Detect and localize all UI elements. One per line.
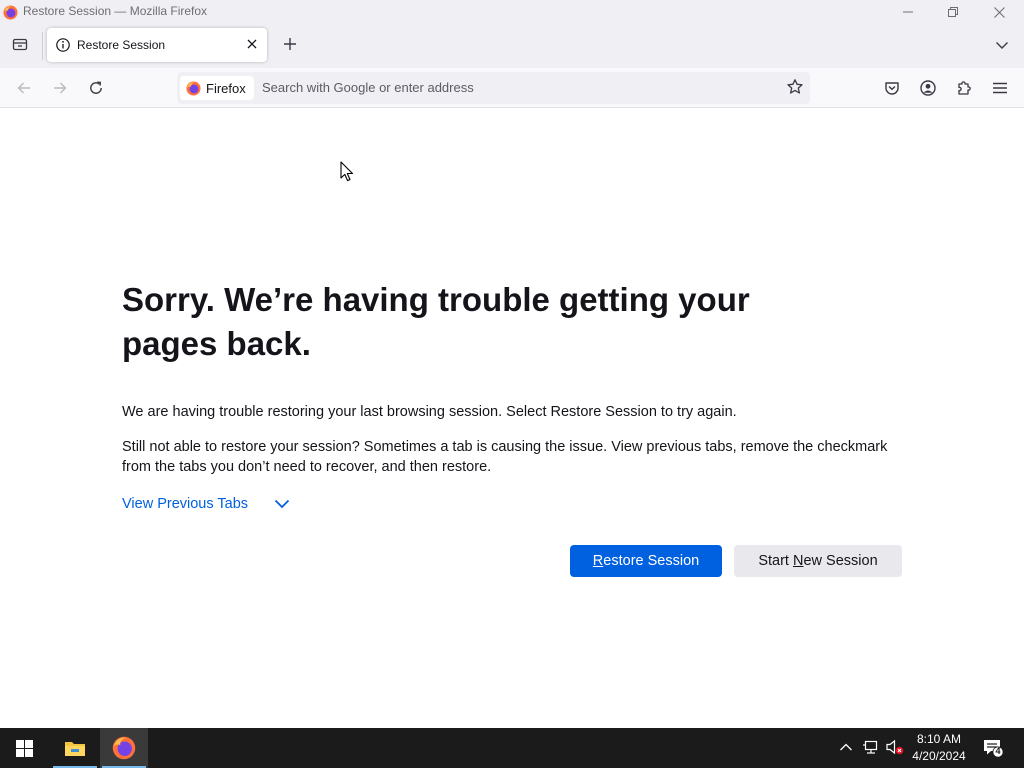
pocket-button[interactable]: [879, 75, 905, 101]
extensions-button[interactable]: [951, 75, 977, 101]
restore-window-icon: [948, 7, 958, 17]
start-button[interactable]: [0, 728, 48, 768]
show-hidden-icons-chevron-up-icon[interactable]: [839, 738, 853, 756]
mouse-pointer-icon: [340, 161, 354, 182]
close-window-button[interactable]: [976, 0, 1022, 24]
reload-button[interactable]: [83, 75, 109, 101]
minimize-icon: [903, 7, 913, 17]
minimize-button[interactable]: [885, 0, 931, 24]
firefox-logo-icon: [3, 5, 18, 20]
list-all-tabs-button[interactable]: [991, 34, 1013, 56]
firefox-view-button[interactable]: [8, 32, 32, 56]
taskbar-file-explorer[interactable]: [51, 728, 99, 768]
bookmark-star-icon[interactable]: [786, 78, 804, 96]
help-paragraph: Still not able to restore your session? …: [122, 439, 888, 475]
address-input[interactable]: Search with Google or enter address: [262, 80, 474, 95]
restore-accesskey: R: [592, 553, 604, 569]
identity-label: Firefox: [206, 80, 246, 96]
page-heading: Sorry. We’re having trouble getting your…: [122, 281, 750, 362]
back-arrow-icon: [16, 80, 32, 96]
volume-muted-icon[interactable]: [885, 738, 905, 756]
firefox-logo-icon: [112, 736, 136, 760]
chevron-down-icon: [995, 38, 1009, 52]
notification-badge: 4: [995, 746, 1001, 756]
new-tab-button[interactable]: [279, 33, 301, 55]
new-session-label-rest: ew Session: [803, 553, 878, 569]
taskbar-firefox[interactable]: [100, 728, 148, 768]
restore-label-rest: estore Session: [603, 553, 700, 569]
start-new-session-button[interactable]: Start New Session: [734, 545, 902, 577]
clock-time: 8:10 AM: [916, 732, 962, 746]
puzzle-icon: [956, 80, 972, 96]
view-previous-tabs-label: View Previous Tabs: [122, 496, 249, 512]
close-icon: [993, 6, 1005, 18]
forward-button[interactable]: [47, 75, 73, 101]
restore-window-button[interactable]: [930, 0, 976, 24]
address-bar[interactable]: Firefox Search with Google or enter addr…: [177, 72, 810, 104]
back-button[interactable]: [11, 75, 37, 101]
hamburger-menu-icon: [993, 82, 1007, 94]
restore-session-button[interactable]: Restore Session: [570, 545, 722, 577]
chevron-down-icon: [274, 499, 290, 509]
folder-icon: [64, 739, 86, 757]
firefox-logo-icon: [186, 80, 201, 96]
taskbar: 8:10 AM 4/20/2024 4: [0, 728, 1024, 768]
action-center-button[interactable]: 4: [981, 737, 1005, 759]
plus-icon: [283, 37, 297, 51]
identity-box[interactable]: Firefox: [180, 76, 254, 100]
tab-label: Restore Session: [77, 38, 166, 52]
tab-separator: [42, 32, 43, 60]
description-paragraph: We are having trouble restoring your las…: [122, 404, 737, 420]
firefox-view-icon: [12, 36, 28, 52]
reload-icon: [88, 80, 104, 96]
account-button[interactable]: [915, 75, 941, 101]
network-icon[interactable]: [862, 738, 880, 756]
account-icon: [920, 80, 936, 96]
clock-date: 4/20/2024: [912, 749, 966, 763]
new-session-label-start: Start: [758, 553, 793, 569]
app-menu-button[interactable]: [987, 75, 1013, 101]
navigation-toolbar: Firefox Search with Google or enter addr…: [0, 68, 1024, 108]
forward-arrow-icon: [52, 80, 68, 96]
window-title: Restore Session — Mozilla Firefox: [23, 4, 208, 18]
page-content: Sorry. We’re having trouble getting your…: [0, 108, 1024, 728]
tab-strip: Restore Session: [0, 24, 1024, 68]
title-bar: Restore Session — Mozilla Firefox: [0, 0, 1024, 24]
pocket-icon: [884, 80, 900, 96]
info-icon: [56, 38, 70, 52]
view-previous-tabs-toggle[interactable]: View Previous Tabs: [122, 496, 290, 512]
tab-restore-session[interactable]: Restore Session: [47, 28, 267, 62]
close-tab-icon[interactable]: [246, 38, 258, 50]
taskbar-clock[interactable]: 8:10 AM 4/20/2024: [905, 731, 973, 765]
windows-logo-icon: [15, 739, 33, 757]
new-session-accesskey: N: [793, 553, 804, 569]
